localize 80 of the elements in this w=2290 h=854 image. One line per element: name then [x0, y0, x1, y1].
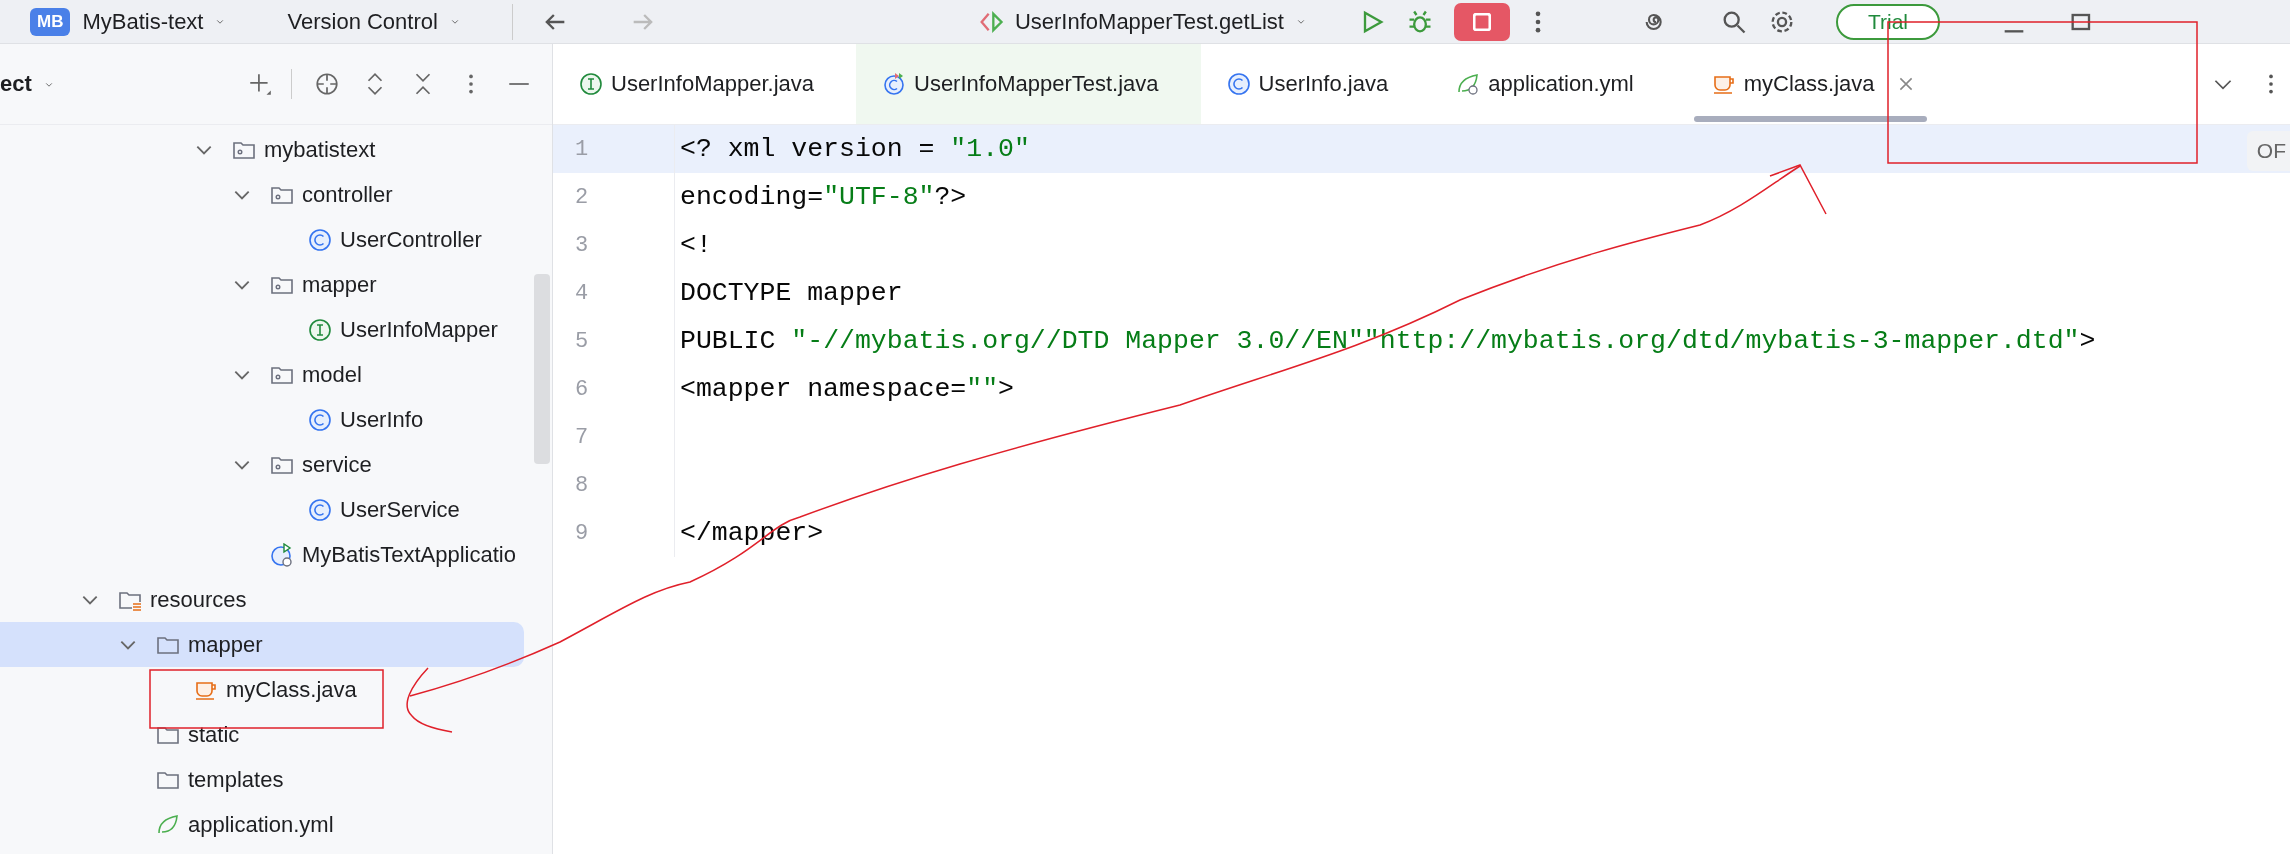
chevron-down-icon[interactable]	[234, 369, 250, 380]
tree-row[interactable]: model	[0, 352, 524, 397]
tree-item-label: mybatistext	[264, 136, 376, 163]
tree-row[interactable]: mybatistext	[0, 127, 524, 172]
chevron-down-icon[interactable]	[234, 279, 250, 290]
tree-row[interactable]: UserService	[0, 487, 524, 532]
line-number: 6	[553, 365, 675, 413]
chevron-down-icon[interactable]	[82, 594, 98, 605]
tree-item-label: templates	[188, 766, 284, 793]
vcs-menu[interactable]: Version Control	[287, 8, 438, 35]
add-icon[interactable]	[247, 71, 273, 97]
tree-item-label: MyBatisTextApplicatio	[302, 541, 516, 568]
tree-item-label: model	[302, 361, 362, 388]
run-configuration[interactable]: UserInfoMapperTest.getList	[1014, 8, 1284, 35]
class-icon	[308, 407, 332, 432]
tree-item-label: service	[302, 451, 372, 478]
chevron-down-icon[interactable]	[234, 189, 250, 200]
tree-item-label: UserInfoMapper	[340, 316, 498, 343]
leaf-icon	[1456, 72, 1481, 96]
editor-tab[interactable]: UserInfoMapperTest.java	[856, 44, 1201, 124]
editor-tab[interactable]: application.yml	[1430, 44, 1676, 124]
class-icon	[1226, 72, 1251, 96]
editor-tab[interactable]: UserInfo.java	[1200, 44, 1431, 124]
chevron-down-icon[interactable]	[120, 639, 136, 650]
line-number: 7	[553, 413, 675, 461]
line-number: 1	[553, 125, 675, 173]
line-number: 2	[553, 173, 675, 221]
stop-button[interactable]	[1453, 2, 1510, 41]
tree-item-label: myClass.java	[226, 676, 357, 703]
class-icon	[308, 227, 332, 252]
chevron-down-icon[interactable]	[196, 144, 212, 155]
tree-row[interactable]: mapper	[0, 262, 524, 307]
tree-row[interactable]: UserController	[0, 217, 524, 262]
project-name[interactable]: MyBatis-text	[82, 8, 204, 35]
tree-item-label: mapper	[188, 631, 263, 658]
code-line: <? xml version = "1.0"	[679, 134, 1030, 164]
chevron-down-icon[interactable]	[234, 459, 250, 470]
interface-icon	[579, 72, 603, 96]
trial-button[interactable]: Trial	[1835, 3, 1940, 40]
tree-item-label: controller	[302, 181, 393, 208]
tree-row[interactable]: myClass.java	[0, 667, 524, 712]
project-badge[interactable]: MB	[30, 7, 71, 36]
tree-row[interactable]: UserInfo	[0, 397, 524, 442]
line-number: 8	[553, 461, 675, 509]
code-line: <!	[679, 230, 712, 260]
tree-item-label: UserController	[340, 226, 482, 253]
application-icon	[270, 542, 294, 567]
tree-row[interactable]: mapper	[0, 622, 524, 667]
line-number: 4	[553, 269, 675, 317]
line-number: 5	[553, 317, 675, 365]
code-line: DOCTYPE mapper	[679, 278, 903, 308]
tree-item-label: mapper	[302, 271, 377, 298]
code-line: encoding="UTF-8"?>	[679, 182, 967, 212]
tree-row[interactable]: service	[0, 442, 524, 487]
code-line: <mapper namespace="">	[679, 374, 1014, 404]
tree-row[interactable]: templates	[0, 757, 524, 802]
tree-row[interactable]: static	[0, 712, 524, 757]
line-number: 3	[553, 221, 675, 269]
tree-row[interactable]: MyBatisTextApplicatio	[0, 532, 524, 577]
panel-title[interactable]: ect	[0, 71, 32, 97]
tree-row[interactable]: UserInfoMapper	[0, 307, 524, 352]
editor-tab[interactable]: myClass.java	[1675, 44, 1943, 124]
interface-icon	[308, 317, 332, 342]
code-line: PUBLIC "-//mybatis.org//DTD Mapper 3.0//EN""http://mybatis.org/dtd/mybatis-3-mapper.dtd">	[679, 326, 2096, 356]
tree-item-label: resources	[150, 586, 247, 613]
tree-item-label: static	[188, 721, 240, 748]
class-icon	[308, 497, 332, 522]
tree-item-label: application.yml	[188, 811, 334, 838]
stop-icon	[1472, 12, 1491, 31]
tree-item-label: UserService	[340, 496, 460, 523]
tree-row[interactable]: application.yml	[0, 802, 524, 847]
inspection-label[interactable]: OF	[2246, 131, 2290, 171]
editor-tab[interactable]: UserInfoMapper.java	[553, 44, 856, 124]
tree-item-label: UserInfo	[340, 406, 424, 433]
test-class-icon	[882, 72, 906, 96]
scrollbar[interactable]	[534, 274, 550, 464]
line-number: 9	[553, 509, 675, 557]
tree-row[interactable]: resources	[0, 577, 524, 622]
locate-icon[interactable]	[314, 71, 340, 97]
tree-row[interactable]: controller	[0, 172, 524, 217]
